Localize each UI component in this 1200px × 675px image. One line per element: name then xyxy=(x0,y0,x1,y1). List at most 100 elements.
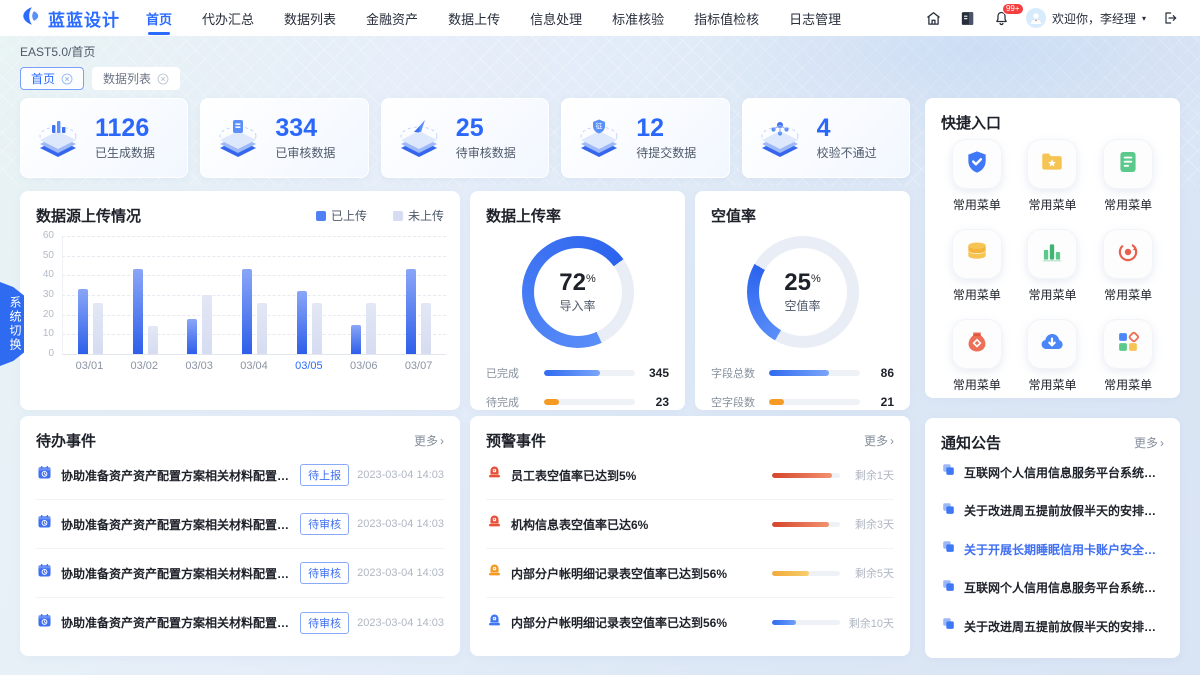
notice-icon xyxy=(941,462,956,482)
alert-row-1[interactable]: 机构信息表空值率已达6%剩余3天 xyxy=(486,500,894,549)
gridline xyxy=(62,354,446,355)
notice-row-0[interactable]: 互联网个人信用信息服务平台系统公告 xyxy=(941,453,1164,492)
nav-item-5[interactable]: 信息处理 xyxy=(530,0,582,37)
cube-bars-icon xyxy=(33,111,83,166)
top-navbar: 蓝蓝设计 首页代办汇总数据列表金融资产数据上传信息处理标准核验指标值检核日志管理… xyxy=(0,0,1200,36)
alert-remaining: 剩余5天 xyxy=(848,565,894,581)
todo-text: 协助准备资产资产配置方案相关材料配置方案相关... xyxy=(61,614,292,631)
nav-item-4[interactable]: 数据上传 xyxy=(448,0,500,37)
alert-row-2[interactable]: 内部分户帐明细记录表空值率已达到56% 剩余5天 xyxy=(486,549,894,598)
bar-已上传 xyxy=(187,319,197,354)
quick-entry-7[interactable]: 常用菜单 xyxy=(1015,319,1091,393)
tab-chip-1[interactable]: 数据列表 xyxy=(92,67,180,90)
quick-entry-1[interactable]: 常用菜单 xyxy=(1015,139,1091,213)
quick-entry-title: 快捷入口 xyxy=(941,112,1001,133)
bar-chart-title: 数据源上传情况 xyxy=(36,205,141,226)
upload-rate-rows: 已完成345待完成23 xyxy=(470,352,685,410)
notice-row-2[interactable]: 关于开展长期睡眠信用卡账户安全管理... xyxy=(941,530,1164,569)
home-icon[interactable] xyxy=(924,8,944,28)
system-switch-tab[interactable]: 系统切换 xyxy=(0,282,24,366)
notice-row-1[interactable]: 关于改进周五提前放假半天的安排通知 xyxy=(941,492,1164,531)
quick-tile xyxy=(952,319,1002,369)
notice-text: 关于改进周五提前放假半天的安排通知 xyxy=(964,618,1164,635)
notice-icon xyxy=(941,578,956,598)
apps-grid-icon xyxy=(1115,329,1141,360)
gauge-row-fill xyxy=(769,370,829,376)
todo-more-link[interactable]: 更多› xyxy=(414,432,444,449)
quick-entry-4[interactable]: 常用菜单 xyxy=(1015,229,1091,303)
alert-progress-track xyxy=(772,620,840,625)
nav-item-7[interactable]: 指标值检核 xyxy=(694,0,759,37)
notice-more-link[interactable]: 更多› xyxy=(1134,434,1164,451)
alert-progress-fill xyxy=(772,522,829,527)
svg-text:征: 征 xyxy=(596,121,603,130)
bar-group-03/07[interactable] xyxy=(391,236,446,354)
nav-item-2[interactable]: 数据列表 xyxy=(284,0,336,37)
notifications-bell-icon[interactable]: 99+ xyxy=(992,8,1012,28)
cube-send-icon xyxy=(394,111,444,166)
quick-entry-6[interactable]: 常用菜单 xyxy=(939,319,1015,393)
notice-row-4[interactable]: 关于改进周五提前放假半天的安排通知 xyxy=(941,607,1164,646)
quick-entry-label: 常用菜单 xyxy=(1104,376,1152,393)
bar-group-03/05[interactable] xyxy=(282,236,337,354)
quick-entry-label: 常用菜单 xyxy=(1028,196,1076,213)
quick-tile xyxy=(1027,139,1077,189)
nav-item-8[interactable]: 日志管理 xyxy=(789,0,841,37)
stat-card-2[interactable]: 25待审核数据 xyxy=(381,98,549,178)
bar-group-03/04[interactable] xyxy=(227,236,282,354)
nav-item-6[interactable]: 标准核验 xyxy=(612,0,664,37)
quick-entry-0[interactable]: 常用菜单 xyxy=(939,139,1015,213)
close-icon[interactable] xyxy=(61,73,73,85)
quick-entry-5[interactable]: 常用菜单 xyxy=(1090,229,1166,303)
logout-icon[interactable] xyxy=(1160,8,1180,28)
tab-chip-0[interactable]: 首页 xyxy=(20,67,84,90)
quick-tile xyxy=(1027,229,1077,279)
manual-book-icon[interactable] xyxy=(958,8,978,28)
quick-entry-label: 常用菜单 xyxy=(953,376,1001,393)
bar-group-03/03[interactable] xyxy=(172,236,227,354)
nav-item-1[interactable]: 代办汇总 xyxy=(202,0,254,37)
null-rate-donut: 25% 空值率 xyxy=(747,236,859,348)
stat-card-0[interactable]: 1126已生成数据 xyxy=(20,98,188,178)
stat-label: 已生成数据 xyxy=(95,144,155,161)
alert-row-3[interactable]: 内部分户帐明细记录表空值率已达到56%剩余10天 xyxy=(486,598,894,647)
bar-未上传 xyxy=(257,303,267,354)
nav-item-3[interactable]: 金融资产 xyxy=(366,0,418,37)
legend-item-0[interactable]: 已上传 xyxy=(316,207,367,224)
todo-row-2[interactable]: 协助准备资产资产配置方案相关材料配置方案待审核2023-03-04 14:03 xyxy=(36,549,444,598)
alert-progress-fill xyxy=(772,571,809,576)
caret-down-icon: ▾ xyxy=(1142,14,1146,23)
alert-row-0[interactable]: 员工表空值率已达到5%剩余1天 xyxy=(486,451,894,500)
todo-row-3[interactable]: 协助准备资产资产配置方案相关材料配置方案相关...待审核2023-03-04 1… xyxy=(36,598,444,647)
stat-value: 12 xyxy=(636,116,696,141)
alert-remaining: 剩余3天 xyxy=(848,516,894,532)
alert-text: 内部分户帐明细记录表空值率已达到56% xyxy=(511,565,764,582)
legend-item-1[interactable]: 未上传 xyxy=(393,207,444,224)
x-tick-label: 03/01 xyxy=(62,360,117,372)
stat-card-4[interactable]: 4校验不通过 xyxy=(742,98,910,178)
y-tick-label: 30 xyxy=(30,289,54,300)
quick-entry-2[interactable]: 常用菜单 xyxy=(1090,139,1166,213)
notice-row-3[interactable]: 互联网个人信用信息服务平台系统公告 xyxy=(941,569,1164,608)
gauge-row-value: 21 xyxy=(868,395,894,409)
nav-item-0[interactable]: 首页 xyxy=(146,0,172,37)
stat-card-1[interactable]: 334已审核数据 xyxy=(200,98,368,178)
stat-card-3[interactable]: 征 12待提交数据 xyxy=(561,98,729,178)
alerts-title: 预警事件 xyxy=(486,430,546,451)
alerts-more-link[interactable]: 更多› xyxy=(864,432,894,449)
bar-group-03/02[interactable] xyxy=(118,236,173,354)
user-menu[interactable]: 欢迎你，李经理 ▾ xyxy=(1026,8,1146,28)
stat-value: 25 xyxy=(456,116,516,141)
todo-row-0[interactable]: 协助准备资产资产配置方案相关材料配置方案待上报2023-03-04 14:03 xyxy=(36,451,444,500)
close-icon[interactable] xyxy=(157,73,169,85)
quick-entry-3[interactable]: 常用菜单 xyxy=(939,229,1015,303)
bar-group-03/06[interactable] xyxy=(337,236,392,354)
bar-group-03/01[interactable] xyxy=(63,236,118,354)
notice-card: 通知公告 更多› 互联网个人信用信息服务平台系统公告关于改进周五提前放假半天的安… xyxy=(925,418,1180,658)
todo-row-1[interactable]: 协助准备资产资产配置方案相关材料配置方案相关...待审核2023-03-04 1… xyxy=(36,500,444,549)
todo-text: 协助准备资产资产配置方案相关材料配置方案 xyxy=(61,565,292,582)
quick-entry-8[interactable]: 常用菜单 xyxy=(1090,319,1166,393)
gauge-row-fill xyxy=(544,370,600,376)
x-tick-label: 03/06 xyxy=(336,360,391,372)
brand-logo[interactable]: 蓝蓝设计 xyxy=(20,5,120,32)
